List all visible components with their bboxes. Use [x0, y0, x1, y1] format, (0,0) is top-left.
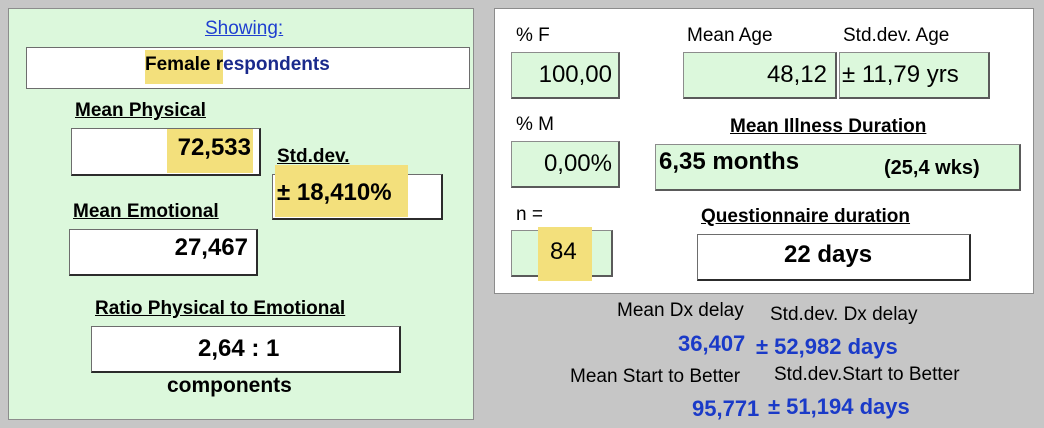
questionnaire-value: 22 days: [784, 241, 873, 268]
mean-illness-weeks: (25,4 wks): [884, 157, 980, 179]
showing-value-highlight: Female r: [145, 50, 224, 84]
mean-emotional-field: 27,467: [69, 229, 258, 276]
n-label: n =: [516, 204, 543, 225]
pct-m-label: % M: [516, 114, 554, 135]
questionnaire-label: Questionnaire duration: [701, 206, 911, 227]
questionnaire-field: 22 days: [697, 234, 971, 281]
n-value: 84: [550, 238, 577, 265]
showing-field: Female respondents: [26, 47, 470, 89]
showing-label[interactable]: Showing:: [205, 18, 283, 40]
mean-illness-field: 6,35 months (25,4 wks): [655, 144, 1021, 191]
std-start-value: ± 51,194 days: [768, 394, 910, 419]
mean-age-value: 48,12: [766, 61, 827, 88]
mean-age-field: 48,12: [683, 52, 837, 99]
std-dx-value: ± 52,982 days: [756, 334, 898, 359]
mean-emotional-value: 27,467: [174, 234, 248, 261]
mean-dx-label: Mean Dx delay: [617, 300, 744, 321]
mean-emotional-label: Mean Emotional: [73, 201, 219, 222]
showing-value-rest: espondents: [223, 54, 330, 75]
pct-f-field: 100,00: [511, 52, 620, 99]
showing-value: Female respondents: [145, 50, 330, 84]
mean-physical-field: 72,533: [71, 128, 261, 176]
std-dev-value: ± 18,410%: [277, 179, 392, 206]
std-age-label: Std.dev. Age: [843, 25, 950, 46]
pct-m-field: 0,00%: [511, 141, 620, 188]
pct-f-value: 100,00: [538, 61, 612, 88]
mean-start-label: Mean Start to Better: [570, 366, 741, 387]
ratio-label: Ratio Physical to Emotional: [95, 298, 346, 319]
mean-illness-label: Mean Illness Duration: [730, 116, 927, 137]
std-dev-field: ± 18,410%: [272, 165, 443, 220]
mean-physical-value: 72,533: [177, 134, 251, 161]
mean-physical-label: Mean Physical: [75, 100, 206, 121]
std-dx-label: Std.dev. Dx delay: [770, 304, 918, 325]
pct-f-label: % F: [516, 25, 550, 46]
pct-m-value: 0,00%: [543, 150, 612, 177]
mean-illness-months: 6,35 months: [659, 148, 800, 175]
mean-start-value: 95,771: [692, 396, 760, 421]
components-label: components: [167, 374, 292, 397]
mean-dx-value: 36,407: [678, 331, 746, 356]
ratio-value: 2,64 : 1: [198, 335, 280, 362]
std-age-value: ± 11,79 yrs: [842, 61, 959, 88]
std-start-label: Std.dev.Start to Better: [774, 364, 960, 385]
ratio-field: 2,64 : 1: [91, 326, 401, 373]
n-field: 84: [511, 227, 613, 281]
std-age-field: ± 11,79 yrs: [839, 52, 990, 99]
mean-age-label: Mean Age: [687, 25, 773, 46]
